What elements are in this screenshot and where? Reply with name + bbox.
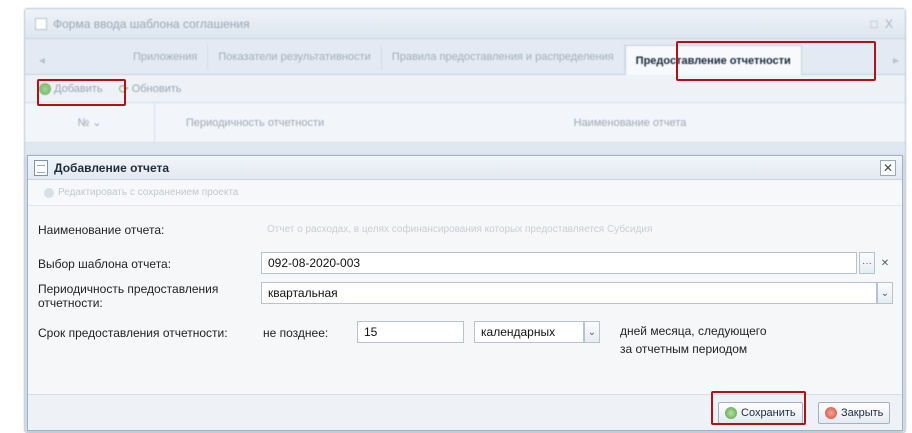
- dialog-close-icon[interactable]: ✕: [880, 159, 896, 176]
- document-icon: [34, 159, 48, 176]
- column-header-periodicity[interactable]: Периодичность отчетности: [155, 116, 355, 130]
- tab-scroll-right-icon[interactable]: ▸: [873, 46, 899, 74]
- subtoolbar-button-label[interactable]: Редактировать с сохранением проекта: [58, 187, 238, 198]
- deadline-days-input[interactable]: 15: [357, 321, 464, 343]
- dialog-footer: Сохранить Закрыть: [28, 394, 902, 430]
- template-browse-icon[interactable]: ···: [859, 252, 875, 274]
- deadline-suffix-line1: дней месяца, следующего: [620, 324, 767, 338]
- deadline-prefix: не позднее:: [263, 326, 329, 340]
- column-header-report-name[interactable]: Наименование отчета: [355, 117, 905, 129]
- dialog-title: Добавление отчета: [54, 160, 170, 175]
- grid-toolbar: Добавить ⟳ Обновить: [25, 75, 905, 103]
- column-header-number[interactable]: № ⌄: [25, 103, 155, 142]
- edit-icon: [44, 187, 54, 198]
- tab-scroll-left-icon[interactable]: ◂: [39, 46, 65, 74]
- window-icon: [35, 17, 47, 30]
- refresh-button-label: Обновить: [131, 82, 182, 95]
- add-button-label: Добавить: [54, 82, 103, 95]
- periodicity-select[interactable]: квартальная: [261, 282, 877, 304]
- add-report-dialog: Добавление отчета ✕ Редактировать с сохр…: [27, 155, 903, 431]
- tab-strip: ◂ Приложения Показатели результативности…: [25, 39, 905, 75]
- close-button[interactable]: Закрыть: [818, 402, 891, 424]
- tab-reporting[interactable]: Предоставление отчетности: [624, 45, 802, 75]
- refresh-icon: ⟳: [118, 81, 129, 96]
- save-button[interactable]: Сохранить: [718, 402, 803, 424]
- dialog-titlebar: Добавление отчета ✕: [28, 156, 902, 180]
- close-button-label: Закрыть: [841, 407, 884, 419]
- save-icon: [725, 407, 737, 419]
- deadline-suffix-line2: за отчетным периодом: [620, 342, 748, 356]
- parent-titlebar: Форма ввода шаблона соглашения □ X: [25, 9, 905, 39]
- tab-attachments[interactable]: Приложения: [123, 44, 209, 70]
- report-name-label: Наименование отчета:: [38, 223, 165, 237]
- window-controls-icon[interactable]: □ X: [870, 17, 895, 31]
- periodicity-label: Периодичность предоставления отчетности:: [38, 282, 219, 310]
- tab-distribution-rules[interactable]: Правила предоставления и распределения: [382, 44, 625, 70]
- periodicity-dropdown-icon[interactable]: ⌄: [877, 282, 893, 304]
- deadline-suffix: дней месяца, следующего за отчетным пери…: [620, 322, 767, 358]
- grid-header: № ⌄ Периодичность отчетности Наименовани…: [25, 103, 905, 143]
- add-icon: [39, 82, 51, 95]
- template-field[interactable]: 092-08-2020-003: [261, 252, 857, 274]
- dialog-subtoolbar: Редактировать с сохранением проекта: [28, 180, 902, 206]
- close-icon: [825, 407, 837, 419]
- report-name-value: Отчет о расходах, в целях софинансирован…: [267, 223, 653, 235]
- add-button[interactable]: Добавить: [39, 82, 103, 95]
- deadline-type-select[interactable]: календарных: [474, 321, 584, 343]
- deadline-type-dropdown-icon[interactable]: ⌄: [584, 321, 600, 343]
- parent-window-title: Форма ввода шаблона соглашения: [53, 16, 250, 31]
- save-button-label: Сохранить: [741, 407, 796, 419]
- tab-performance-indicators[interactable]: Показатели результативности: [208, 44, 382, 70]
- refresh-button[interactable]: ⟳ Обновить: [119, 82, 182, 96]
- template-clear-icon[interactable]: ✕: [877, 252, 893, 274]
- deadline-label: Срок предоставления отчетности:: [38, 326, 228, 340]
- template-label: Выбор шаблона отчета:: [38, 257, 172, 271]
